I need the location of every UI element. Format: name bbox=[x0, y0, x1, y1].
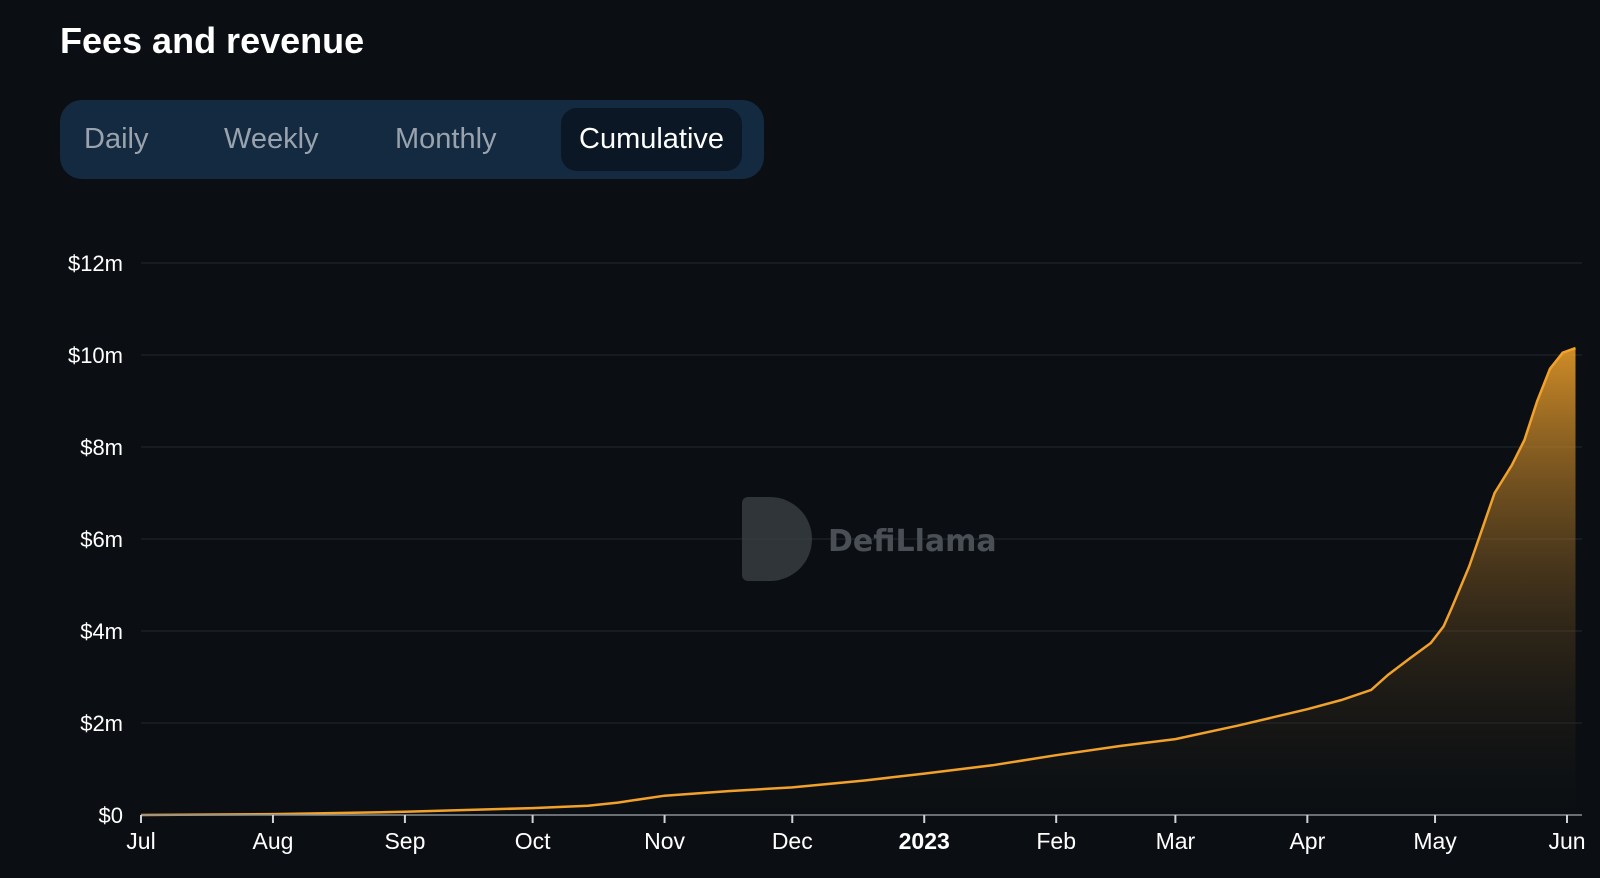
y-tick-label: $8m bbox=[80, 435, 123, 460]
x-tick-label: 2023 bbox=[899, 828, 950, 854]
x-tick-label: Dec bbox=[772, 828, 813, 854]
y-tick-label: $4m bbox=[80, 619, 123, 644]
x-tick-label: Jun bbox=[1548, 828, 1585, 854]
y-tick-label: $2m bbox=[80, 711, 123, 736]
x-tick-label: Feb bbox=[1036, 828, 1076, 854]
llama-logo-icon bbox=[742, 497, 812, 581]
y-tick-label: $6m bbox=[80, 527, 123, 552]
x-tick-label: Oct bbox=[515, 828, 551, 854]
y-tick-label: $12m bbox=[68, 251, 123, 276]
area-fill bbox=[141, 348, 1576, 815]
x-tick-label: Sep bbox=[384, 828, 425, 854]
cumulative-fees-chart: DefiLlama $0 $2m $4m $6m $8m $10m $12m Jul Aug Se… bbox=[68, 251, 1586, 854]
defillama-watermark: DefiLlama bbox=[742, 497, 997, 581]
x-tick-label: Aug bbox=[252, 828, 293, 854]
x-tick-label: May bbox=[1413, 828, 1457, 854]
x-tick-label: Jul bbox=[126, 828, 155, 854]
watermark-text: DefiLlama bbox=[828, 524, 997, 559]
y-tick-label: $10m bbox=[68, 343, 123, 368]
x-tick-label: Nov bbox=[644, 828, 685, 854]
x-tick-label: Apr bbox=[1289, 828, 1325, 854]
x-tick-label: Mar bbox=[1156, 828, 1196, 854]
y-tick-label: $0 bbox=[99, 803, 123, 828]
